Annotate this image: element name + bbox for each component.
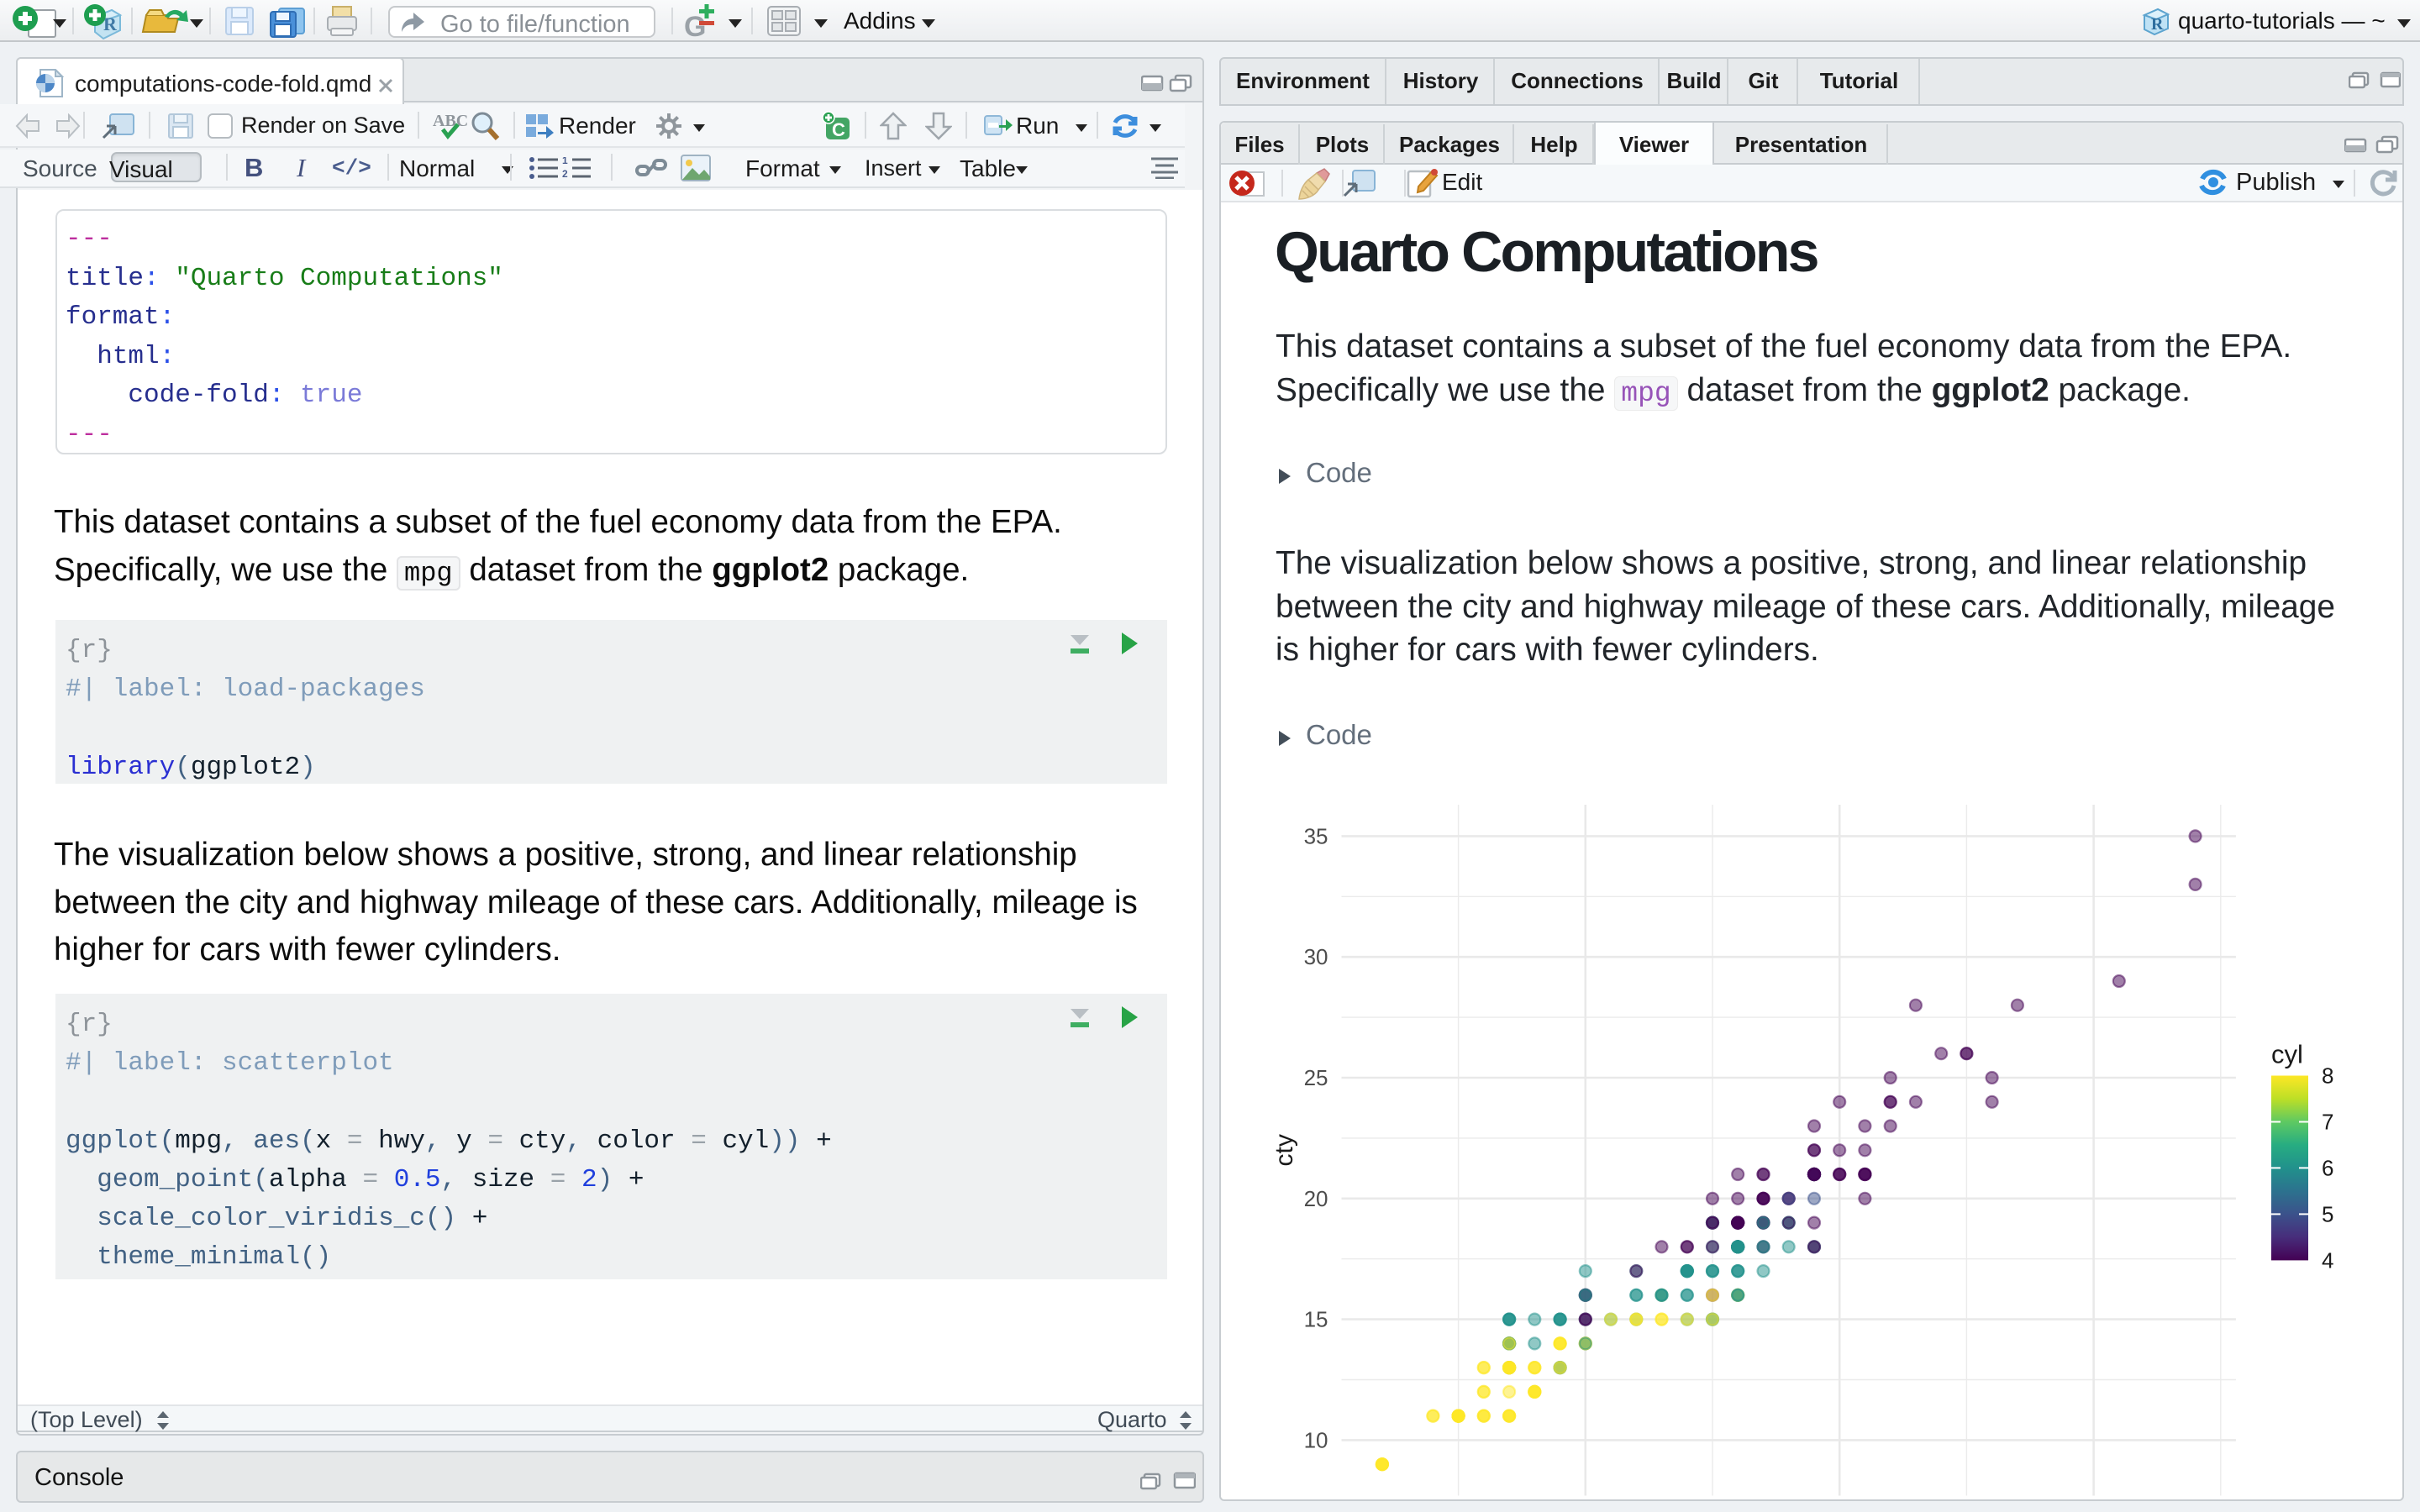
svg-text:cty: cty xyxy=(1276,1134,1298,1166)
svg-text:20: 20 xyxy=(1304,1186,1328,1211)
svg-text:10: 10 xyxy=(1304,1427,1328,1452)
svg-text:5: 5 xyxy=(2322,1201,2333,1226)
svg-text:2: 2 xyxy=(562,168,568,179)
svg-text:6: 6 xyxy=(2322,1155,2333,1180)
svg-text:4: 4 xyxy=(2322,1247,2333,1273)
svg-text:30: 30 xyxy=(1304,944,1328,969)
svg-text:ABC: ABC xyxy=(433,112,468,130)
svg-text:cyl: cyl xyxy=(2271,1040,2303,1069)
svg-text:8: 8 xyxy=(2322,1063,2333,1089)
svg-text:35: 35 xyxy=(1304,823,1328,848)
svg-text:R: R xyxy=(2151,15,2164,34)
svg-text:15: 15 xyxy=(1304,1307,1328,1332)
svg-text:7: 7 xyxy=(2322,1110,2333,1135)
svg-text:C: C xyxy=(832,119,845,140)
svg-text:1: 1 xyxy=(562,157,568,166)
svg-text:25: 25 xyxy=(1304,1065,1328,1090)
